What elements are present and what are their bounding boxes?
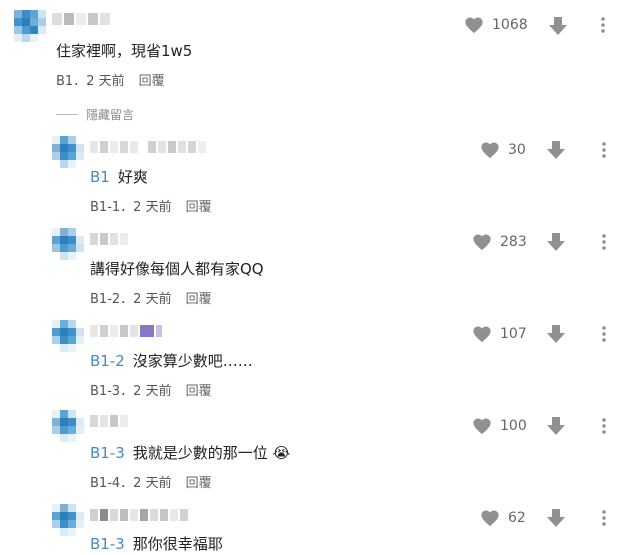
comment-meta: B1-2．2 天前 回覆: [90, 292, 212, 307]
reply-button[interactable]: 回覆: [186, 476, 212, 491]
more-options-icon[interactable]: [602, 142, 606, 158]
like-button[interactable]: 100: [472, 417, 527, 435]
floor-number: B1-4: [90, 476, 121, 491]
like-count: 30: [508, 142, 526, 158]
username-blurred[interactable]: [52, 12, 110, 26]
comment-text: 住家裡啊，現省1w5: [56, 42, 193, 60]
hidden-comments-toggle[interactable]: 隱藏留言: [56, 106, 134, 123]
heart-icon: [473, 234, 491, 251]
floor-number: B1-3: [90, 384, 121, 399]
username-blurred[interactable]: [90, 232, 128, 246]
comment-meta: B1-3．2 天前 回覆: [90, 384, 212, 399]
like-count: 62: [508, 510, 526, 526]
comment-text: 講得好像每個人都有家QQ: [90, 260, 264, 278]
timestamp: 2 天前: [133, 292, 172, 307]
dislike-arrow-icon[interactable]: [546, 232, 566, 252]
more-options-icon[interactable]: [602, 510, 606, 526]
like-button[interactable]: 62: [480, 509, 526, 527]
like-button[interactable]: 1068: [464, 16, 528, 34]
dislike-arrow-icon[interactable]: [546, 140, 566, 160]
avatar[interactable]: [52, 228, 84, 260]
crying-emoji-icon: 😭: [272, 444, 291, 462]
more-options-icon[interactable]: [602, 418, 606, 434]
like-count: 1068: [492, 17, 528, 33]
avatar[interactable]: [52, 504, 84, 536]
like-count: 107: [500, 326, 527, 342]
dislike-arrow-icon[interactable]: [548, 16, 568, 36]
divider: [56, 114, 78, 115]
floor-number: B1-1: [90, 200, 121, 215]
reply-button[interactable]: 回覆: [186, 292, 212, 307]
avatar[interactable]: [52, 320, 84, 352]
like-button[interactable]: 107: [472, 325, 527, 343]
reply-button[interactable]: 回覆: [186, 384, 212, 399]
avatar[interactable]: [52, 410, 84, 442]
comment-meta: B1-4．2 天前 回覆: [90, 476, 212, 491]
comment-text: B1 好爽: [90, 168, 148, 186]
timestamp: 2 天前: [133, 384, 172, 399]
more-options-icon[interactable]: [602, 326, 606, 342]
heart-icon: [473, 326, 491, 343]
comment-text: B1-3 那你很幸福耶: [90, 535, 223, 553]
comment-meta: B1-1．2 天前 回覆: [90, 200, 212, 215]
comment-text: B1-3 我就是少數的那一位 😭: [90, 444, 291, 462]
floor-number: B1-2: [90, 292, 121, 307]
more-options-icon[interactable]: [602, 234, 606, 250]
timestamp: 2 天前: [133, 476, 172, 491]
reply-button[interactable]: 回覆: [186, 200, 212, 215]
comment-meta: B1．2 天前 回覆: [56, 74, 165, 89]
like-count: 283: [500, 234, 527, 250]
username-blurred[interactable]: [90, 508, 188, 522]
reply-reference-link[interactable]: B1: [90, 168, 110, 186]
username-blurred[interactable]: [90, 140, 206, 154]
floor-number: B1: [56, 74, 74, 89]
like-count: 100: [500, 418, 527, 434]
more-options-icon[interactable]: [601, 17, 605, 33]
reply-reference-link[interactable]: B1-3: [90, 535, 125, 553]
dislike-arrow-icon[interactable]: [546, 416, 566, 436]
heart-icon: [465, 17, 483, 34]
heart-icon: [473, 418, 491, 435]
avatar[interactable]: [14, 10, 46, 42]
heart-icon: [481, 510, 499, 527]
reply-reference-link[interactable]: B1-2: [90, 352, 125, 370]
username-blurred[interactable]: [90, 414, 128, 428]
username-blurred[interactable]: [90, 324, 162, 338]
dislike-arrow-icon[interactable]: [546, 508, 566, 528]
like-button[interactable]: 283: [472, 233, 527, 251]
dislike-arrow-icon[interactable]: [546, 324, 566, 344]
heart-icon: [481, 142, 499, 159]
reply-reference-link[interactable]: B1-3: [90, 444, 125, 462]
avatar[interactable]: [52, 136, 84, 168]
comment-text: B1-2 沒家算少數吧……: [90, 352, 253, 370]
like-button[interactable]: 30: [480, 141, 526, 159]
reply-button[interactable]: 回覆: [139, 74, 165, 89]
timestamp: 2 天前: [133, 200, 172, 215]
timestamp: 2 天前: [86, 74, 125, 89]
